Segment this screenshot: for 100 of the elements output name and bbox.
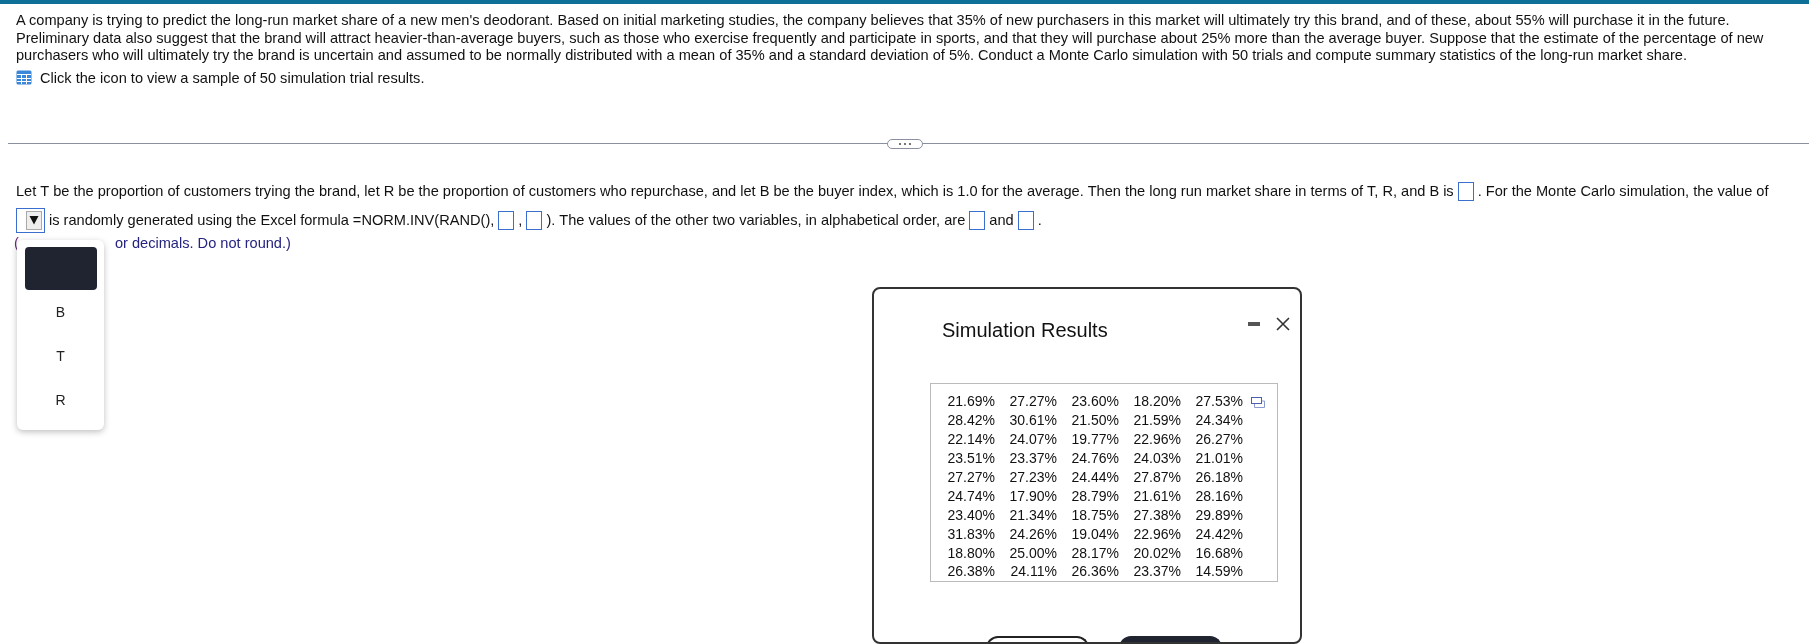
table-icon[interactable] [16,70,32,85]
question-text: the [294,182,315,200]
question-text: the [793,182,814,200]
question-text: Carlo [1580,182,1616,200]
table-cell-text: 17.90% [1008,487,1058,506]
table-cell-text: 19.04% [1070,525,1120,544]
table-cell-text: 24.44% [1070,468,1120,487]
question-text: alphabetical [820,211,899,229]
table-cell-text: 24.42% [1194,525,1244,544]
table-cell-text: 21.61% [1132,487,1182,506]
question-text: and [1401,182,1426,200]
instruction-text: Click the icon to view a sample of 50 simulation trial results. [40,69,425,86]
table-cell-text: 24.03% [1132,449,1182,468]
question-text: let [364,182,380,200]
table-cell-text: 16.68% [1194,544,1244,563]
table-cell-text: 22.96% [1132,430,1182,449]
question-text: ). [546,211,556,229]
question-text: formula [300,211,349,229]
variable-dropdown[interactable] [16,207,45,233]
question-text: be [53,182,70,200]
question-text: randomly [63,211,124,229]
answer-box[interactable] [969,210,986,230]
dropdown-arrow-icon[interactable] [29,215,39,225]
answer-box[interactable] [498,210,515,230]
question-text: terms [1310,182,1347,200]
question-text: repurchase, [630,182,708,200]
question-text: 1.0 [957,182,978,200]
question-text: values [588,211,631,229]
question-text: and [989,211,1014,229]
table-cell-text: 24.07% [1008,430,1058,449]
answer-box[interactable] [1017,210,1034,230]
question-text: order, [902,211,941,229]
question-text: the [1002,182,1023,200]
question-text: two [712,211,736,229]
question-text: T [40,182,50,200]
table-cell-text: 24.76% [1070,449,1120,468]
question-text: variables, [739,211,802,229]
question-text: in [805,211,817,229]
table-cell-text: 31.83% [946,525,996,544]
table-cell-text: 23.60% [1070,393,1120,411]
question-text: are [944,211,966,229]
table-cell-text: 27.87% [1132,468,1182,487]
table-cell-text: 21.59% [1132,411,1182,430]
question-text: , [518,211,523,229]
table-cell-text: 24.26% [1008,525,1058,544]
table-cell-text: 20.02% [1132,544,1182,563]
question-text: for [981,182,999,200]
table-cell-text: 21.50% [1070,411,1120,430]
question-text: customers [183,182,251,200]
answer-box[interactable] [1457,181,1474,201]
menu-option[interactable]: R [24,379,97,422]
question-text: generated [127,211,194,229]
table-cell-text: 23.40% [946,506,996,525]
question-text: of [167,182,180,200]
question-text: Monte [1535,182,1577,200]
question-text: simulation, [1619,182,1690,200]
copy-icon[interactable] [1251,397,1265,408]
question-text: be [398,182,415,200]
question-text: Then [1087,182,1121,200]
question-text: the [236,211,257,229]
table-cell-text: 26.27% [1194,430,1244,449]
table-cell-text: 22.14% [946,430,996,449]
question-text: the [650,211,672,229]
table-cell-text: 24.34% [1194,411,1244,430]
table-cell-text: 18.75% [1070,506,1120,525]
note-text: or decimals. Do not round.) [114,234,291,251]
question-text: of [1350,182,1364,200]
question-text: be [773,182,790,200]
question-text: R, [1382,182,1398,200]
question-text: other [675,211,709,229]
table-cell-text: 27.53% [1194,393,1244,411]
dialog-title: Simulation Results [942,319,1108,342]
question-text: proportion [97,182,164,200]
table-cell-text: 14.59% [1194,563,1244,581]
question-text: using [197,211,233,229]
question-text: the [1511,182,1532,200]
ellipsis-icon[interactable] [898,141,912,146]
question-text: B [759,182,770,200]
question-text: Excel [260,211,297,229]
question-text: average. [1026,182,1084,200]
table-cell-text: 28.42% [946,411,996,430]
question-text: long [1149,182,1177,200]
question-text: is [1443,182,1454,200]
question-text: and [711,182,737,200]
menu-option[interactable]: T [24,335,97,378]
question-text: the [1693,182,1714,200]
menu-option[interactable]: B [24,291,97,334]
problem-text: A company is trying to predict the long-run market share of a new men's deodorant. Based on initial marketing studies, the company believes that 35% of new purchasers in this market will ultimately try this brand, and of these, about 55% will purchase it in the future. Preliminary data also suggest that the brand will attract heavier-than-average buyers, such as those who exercise frequently and participate in sports, and that they will purchase about 25% more than the average buyer. Suppose that the estimate of the percentage of new purchasers who will ultimately try the brand is uncertain and assumed to be normally distributed with a mean of 35% and a standard deviation of 5%. Conduct a Monte Carlo simulation with 50 trials and compute summary statistics of the long-run market share. [16,12,1765,65]
question-text: . [1477,182,1482,200]
question-text: of [512,182,525,200]
question-text: the [1124,182,1146,200]
question-text: proportion [442,182,509,200]
question-text: is [49,211,60,229]
expand-button[interactable] [887,138,923,149]
close-icon[interactable] [1276,317,1290,331]
question-text: trying [254,182,291,200]
table-cell-text: 28.16% [1194,487,1244,506]
question-text: in [1295,182,1307,200]
answer-box[interactable] [526,210,543,230]
question-text: The [559,211,585,229]
